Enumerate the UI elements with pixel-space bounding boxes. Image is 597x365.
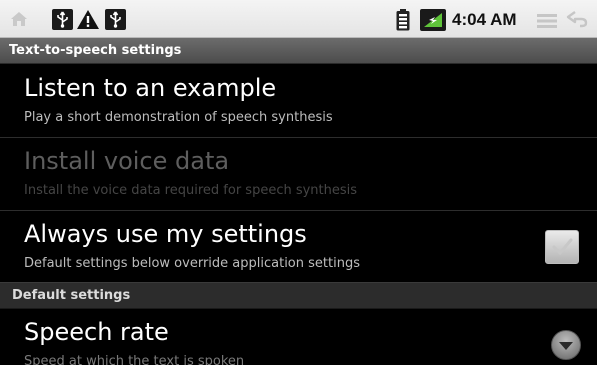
speech-rate-item[interactable]: Speech rate Speed at which the text is s… xyxy=(0,309,597,365)
status-bar: 4:04 AM xyxy=(0,0,597,38)
menu-icon[interactable] xyxy=(537,13,557,32)
always-use-settings-checkbox[interactable] xyxy=(545,230,579,264)
pref-summary: Install the voice data required for spee… xyxy=(24,183,358,198)
listen-example-item[interactable]: Listen to an example Play a short demons… xyxy=(0,65,597,137)
pref-summary: Play a short demonstration of speech syn… xyxy=(24,110,333,125)
pref-summary: Default settings below override applicat… xyxy=(24,256,360,271)
dropdown-icon[interactable] xyxy=(550,329,582,365)
title-bar: Text-to-speech settings xyxy=(0,38,597,64)
home-icon xyxy=(10,11,28,31)
pref-title: Always use my settings xyxy=(24,220,307,248)
pref-title: Speech rate xyxy=(24,318,169,346)
back-icon[interactable] xyxy=(566,10,590,32)
pref-title: Install voice data xyxy=(24,147,230,175)
pref-title: Listen to an example xyxy=(24,74,277,102)
install-voice-data-item: Install voice data Install the voice dat… xyxy=(0,138,597,210)
always-use-my-settings-item[interactable]: Always use my settings Default settings … xyxy=(0,211,597,283)
battery-icon xyxy=(396,9,410,35)
signal-icon xyxy=(420,9,446,35)
checkmark-icon xyxy=(552,238,573,256)
usb-icon xyxy=(52,9,73,34)
section-header: Default settings xyxy=(0,282,597,309)
clock: 4:04 AM xyxy=(452,10,517,29)
warning-icon xyxy=(76,9,100,34)
pref-summary: Speed at which the text is spoken xyxy=(24,354,245,365)
usb-icon xyxy=(105,9,126,34)
